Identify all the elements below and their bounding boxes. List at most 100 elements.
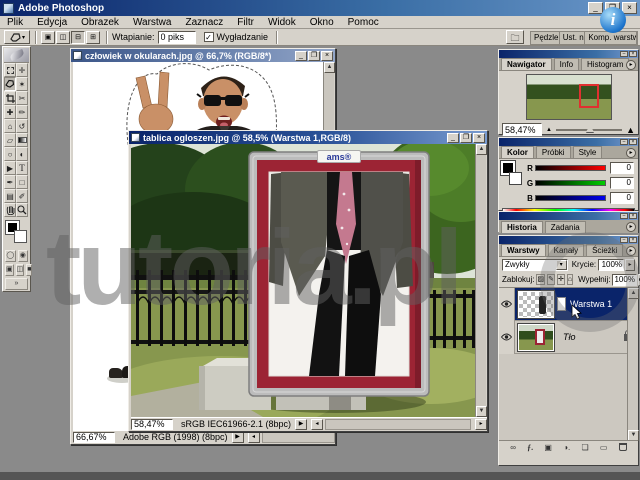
layers-panel-titlebar[interactable]: – × [499,236,638,244]
tab-kolor[interactable]: Kolor [501,146,534,158]
channel-g-slider[interactable] [535,180,606,186]
menu-okno[interactable]: Okno [303,17,341,28]
antialias-checkbox[interactable]: ✓ [204,32,214,42]
panel-minimize-icon[interactable]: – [620,213,628,219]
doc1-hscroll-track[interactable] [262,432,335,443]
delete-layer-trash-icon[interactable] [619,443,627,451]
lock-move-icon[interactable]: ✛ [557,274,565,285]
history-brush-tool[interactable]: ↺ [16,119,28,133]
panel-menu-icon[interactable]: ▸ [626,246,636,256]
menu-obrazek[interactable]: Obrazek [74,17,126,28]
screen-mode-standard-button[interactable]: ▣ [5,264,14,276]
eyedropper-tool[interactable]: ✐ [16,189,28,203]
visibility-toggle[interactable] [499,321,515,354]
layer2-thumbnail[interactable] [518,324,554,351]
channel-b-value[interactable]: 0 [610,192,634,204]
marquee-tool[interactable] [4,63,16,77]
screen-mode-full-menubar-button[interactable]: ◫ [16,264,25,276]
doc2-hscroll-track[interactable] [325,419,471,430]
panel-minimize-icon[interactable]: – [620,139,628,145]
new-layer-icon[interactable]: ▭ [600,443,608,452]
doc1-zoom-input[interactable] [73,432,115,443]
well-tab-kompozycje[interactable]: Komp. warstw [585,32,637,44]
slice-tool[interactable]: ✂ [16,91,28,105]
selection-intersect-button[interactable]: ⊞ [86,31,100,44]
layer-style-icon[interactable]: ƒ. [527,443,533,452]
opacity-spinner-icon[interactable]: ▸ [625,259,635,271]
add-mask-icon[interactable]: ▣ [544,443,552,452]
menu-plik[interactable]: Plik [0,17,30,28]
menu-warstwa[interactable]: Warstwa [126,17,179,28]
opacity-value[interactable]: 100% [598,259,624,271]
history-panel-titlebar[interactable]: – × [499,212,638,220]
doc2-hscroll-right-icon[interactable]: ▸ [475,419,487,430]
panel-menu-icon[interactable]: ▸ [626,148,636,158]
doc1-close-button[interactable]: × [321,51,333,61]
color-panel-titlebar[interactable]: – × [499,138,638,146]
minimize-button[interactable]: _ [588,2,603,14]
hand-tool[interactable] [4,203,16,217]
crop-tool[interactable] [4,91,16,105]
background-color-swatch[interactable] [14,230,27,243]
doc1-restore-button[interactable]: ❐ [308,51,320,61]
navigator-panel-titlebar[interactable]: – × [499,50,638,58]
menu-zaznacz[interactable]: Zaznacz [178,17,230,28]
selection-subtract-button[interactable]: ⊟ [71,31,85,44]
menu-filtr[interactable]: Filtr [230,17,261,28]
type-tool[interactable]: T [16,161,28,175]
path-selection-tool[interactable]: ▶ [4,161,16,175]
doc2-minimize-button[interactable]: _ [447,133,459,143]
panel-minimize-icon[interactable]: – [620,51,628,57]
tab-zadania[interactable]: Zadania [545,221,586,233]
tab-kanaly[interactable]: Kanały [548,244,584,256]
screen-mode-full-button[interactable]: ■ [26,264,32,276]
slider-thumb[interactable] [586,125,594,132]
selection-add-button[interactable]: ◫ [56,31,70,44]
standard-mode-button[interactable]: ◯ [5,250,16,262]
doc2-close-button[interactable]: × [473,133,485,143]
selection-new-button[interactable]: ▣ [41,31,55,44]
link-layers-icon[interactable]: ∞ [510,443,516,452]
panel-menu-icon[interactable]: ▸ [626,60,636,70]
doc1-minimize-button[interactable]: _ [295,51,307,61]
doc1-titlebar[interactable]: człowiek w okularach.jpg @ 66,7% (RGB/8*… [71,49,335,62]
visibility-toggle[interactable] [499,288,515,321]
dropdown-arrow-icon[interactable]: ▾ [556,260,567,270]
close-button[interactable]: × [622,2,637,14]
navigator-view-rectangle[interactable] [579,84,599,108]
doc1-status-menu-arrow-icon[interactable]: ▶ [232,432,244,443]
menu-edycja[interactable]: Edycja [30,17,74,28]
well-tab-pedzle[interactable]: Pędzle [531,32,560,44]
doc2-titlebar[interactable]: tablica ogloszen.jpg @ 58,5% (Warstwa 1,… [129,131,487,144]
zoom-tool[interactable] [16,203,28,217]
lock-transparency-icon[interactable]: ▨ [536,274,545,285]
doc2-restore-button[interactable]: ❐ [460,133,472,143]
doc2-hscroll-left-icon[interactable]: ◂ [311,419,323,430]
doc2-vertical-scrollbar[interactable]: ▲ ▼ [475,144,486,417]
well-tab-ustawienia[interactable]: Ust. n [560,32,586,44]
layers-scrollbar[interactable]: ▲ ▼ [627,288,638,441]
tool-preset-button[interactable]: ▾ [4,30,30,44]
channel-r-slider[interactable] [535,165,606,171]
adjustment-layer-icon[interactable]: ◑. [563,443,570,452]
background-color-swatch[interactable] [509,172,522,185]
panel-close-icon[interactable]: × [629,139,637,145]
blend-mode-select[interactable]: Zwykły ▾ [502,259,568,271]
quick-mask-mode-button[interactable]: ◉ [18,250,29,262]
clone-stamp-tool[interactable]: ⌂ [4,119,16,133]
doc2-status-menu-arrow-icon[interactable]: ▶ [295,419,307,430]
lock-all-icon[interactable]: ⌂ [567,274,573,285]
blur-tool[interactable]: ○ [4,147,16,161]
scroll-down-icon[interactable]: ▼ [476,406,487,417]
menu-pomoc[interactable]: Pomoc [341,17,386,28]
panel-close-icon[interactable]: × [629,51,637,57]
zoom-in-mountains-icon[interactable]: ▲ [626,125,635,135]
navigator-thumbnail[interactable] [526,74,612,120]
doc2-canvas[interactable]: ams® [131,144,475,417]
channel-g-value[interactable]: 0 [610,177,634,189]
tab-probki[interactable]: Próbki [536,146,571,158]
pen-tool[interactable]: ✒ [4,175,16,189]
layer-row-warstwa1[interactable]: Warstwa 1 [499,288,638,321]
panel-close-icon[interactable]: × [629,213,637,219]
feather-input[interactable] [158,31,196,44]
